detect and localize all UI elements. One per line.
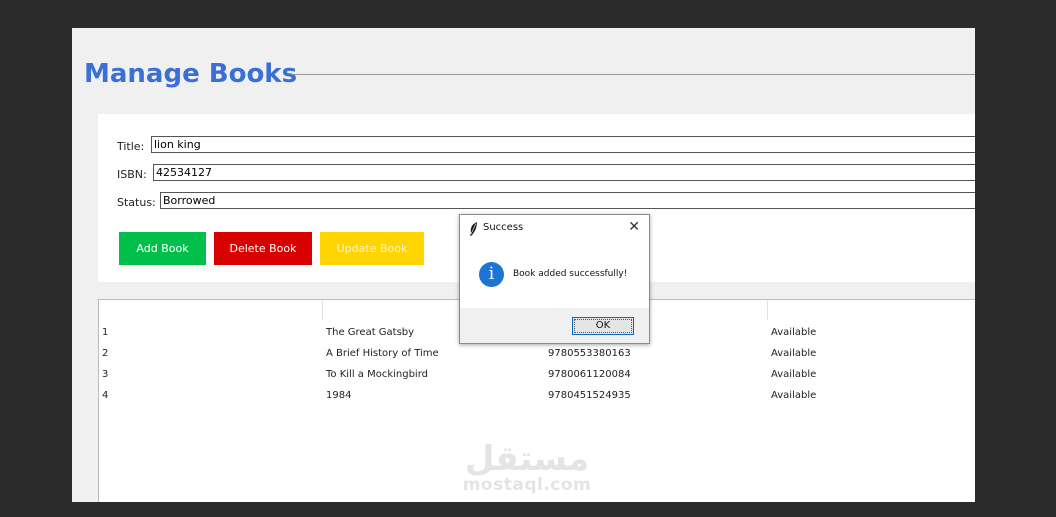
row-status: Available: [771, 327, 817, 338]
dialog-title: Success: [483, 222, 524, 233]
title-label: Title:: [117, 140, 145, 153]
isbn-field[interactable]: 42534127: [153, 164, 975, 181]
watermark-arabic: مستقل: [464, 439, 590, 479]
success-dialog: Success ✕ i Book added successfully! OK: [459, 214, 650, 344]
delete-book-button[interactable]: Delete Book: [214, 232, 312, 265]
row-isbn: 9780553380163: [548, 348, 631, 359]
watermark-latin: mostaql.com: [462, 475, 592, 495]
row-id: 3: [102, 369, 109, 380]
ok-button[interactable]: OK: [572, 317, 634, 335]
dialog-message: Book added successfully!: [513, 269, 628, 279]
row-id: 1: [102, 327, 109, 338]
title-field[interactable]: lion king: [151, 136, 975, 153]
title-divider: [292, 74, 975, 75]
update-book-button[interactable]: Update Book: [320, 232, 424, 265]
row-isbn: 9780061120084: [548, 369, 631, 380]
row-title: The Great Gatsby: [326, 327, 415, 338]
info-icon: i: [479, 262, 504, 287]
row-status: Available: [771, 390, 817, 401]
watermark: مستقل mostaql.com: [462, 442, 592, 494]
row-title: 1984: [326, 390, 352, 401]
isbn-label: ISBN:: [117, 168, 147, 181]
add-book-button[interactable]: Add Book: [119, 232, 206, 265]
row-title: A Brief History of Time: [326, 348, 439, 359]
status-field[interactable]: Borrowed: [160, 192, 975, 209]
row-id: 4: [102, 390, 109, 401]
status-label: Status:: [117, 196, 156, 209]
row-status: Available: [771, 369, 817, 380]
column-separator: [767, 300, 768, 320]
page-title: Manage Books: [84, 59, 298, 89]
row-id: 2: [102, 348, 109, 359]
feather-icon: [469, 221, 478, 240]
close-icon[interactable]: ✕: [628, 220, 640, 234]
row-isbn: 9780451524935: [548, 390, 631, 401]
row-title: To Kill a Mockingbird: [326, 369, 428, 380]
row-status: Available: [771, 348, 817, 359]
column-separator: [322, 300, 323, 320]
dialog-footer: OK: [460, 308, 649, 343]
